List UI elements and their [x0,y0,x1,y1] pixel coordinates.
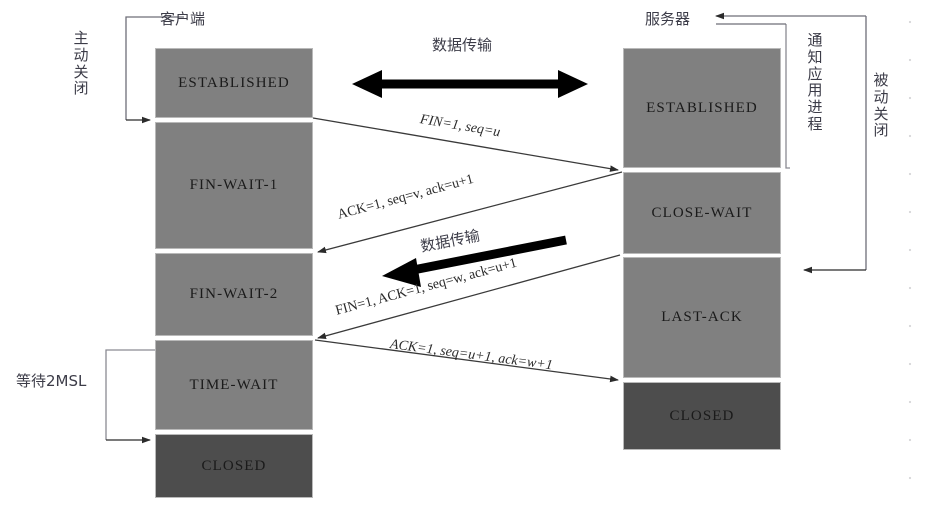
server-passive-close-char-3: 闭 [873,121,889,140]
client-state-established-label: ESTABLISHED [178,74,290,91]
client-state-time-wait: TIME-WAIT [155,340,313,430]
server-passive-close-char-0: 被 [873,71,889,89]
data-transfer-arrow-top [352,70,588,98]
server-notify-char-0: 通 [807,31,823,49]
server-state-closed: CLOSED [623,382,781,450]
server-notify-char-5: 程 [807,114,823,133]
client-state-established: ESTABLISHED [155,48,313,118]
client-state-fin-wait-1: FIN-WAIT-1 [155,122,313,249]
client-active-close-label: 主 动 关 闭 [72,30,90,97]
server-passive-close-char-1: 动 [873,87,889,106]
client-state-fin-wait-2-label: FIN-WAIT-2 [189,286,279,302]
client-state-closed: CLOSED [155,434,313,498]
client-state-fin-wait-2: FIN-WAIT-2 [155,253,313,336]
server-state-last-ack-label: LAST-ACK [661,309,743,325]
server-state-close-wait: CLOSE-WAIT [623,172,781,254]
server-passive-close-label: 被 动 关 闭 [872,72,890,139]
client-title: 客户端 [160,10,206,28]
server-state-established: ESTABLISHED [623,48,781,168]
server-state-last-ack: LAST-ACK [623,257,781,378]
client-active-close-char-3: 闭 [73,79,89,98]
server-notify-app-label: 通 知 应 用 进 程 [806,32,824,133]
client-active-close-char-2: 关 [73,62,89,81]
server-notify-char-3: 用 [807,81,823,100]
server-notify-char-2: 应 [807,64,823,83]
client-state-fin-wait-1-label: FIN-WAIT-1 [189,177,279,193]
page-margin-dots [908,20,912,480]
data-transfer-top-label: 数据传输 [432,36,493,54]
server-notify-char-4: 进 [807,98,823,117]
connector-lines-layer [105,12,912,480]
server-passive-close-char-2: 关 [873,104,889,123]
client-active-close-char-1: 动 [73,45,89,64]
server-state-close-wait-label: CLOSE-WAIT [651,204,753,221]
server-title: 服务器 [645,10,691,28]
wait-2msl-connector [105,349,155,444]
wait-2msl-label: 等待2MSL [16,372,87,390]
client-state-time-wait-label: TIME-WAIT [189,376,279,393]
server-notify-char-1: 知 [807,47,823,66]
server-state-established-label: ESTABLISHED [646,99,758,116]
server-state-closed-label: CLOSED [669,407,735,424]
tcp-four-way-handshake-diagram: 客户端 服务器 主 动 关 闭 通 知 应 用 进 程 被 动 关 闭 等待2M… [0,0,944,515]
client-active-close-char-0: 主 [73,29,89,47]
client-state-closed-label: CLOSED [201,457,267,474]
